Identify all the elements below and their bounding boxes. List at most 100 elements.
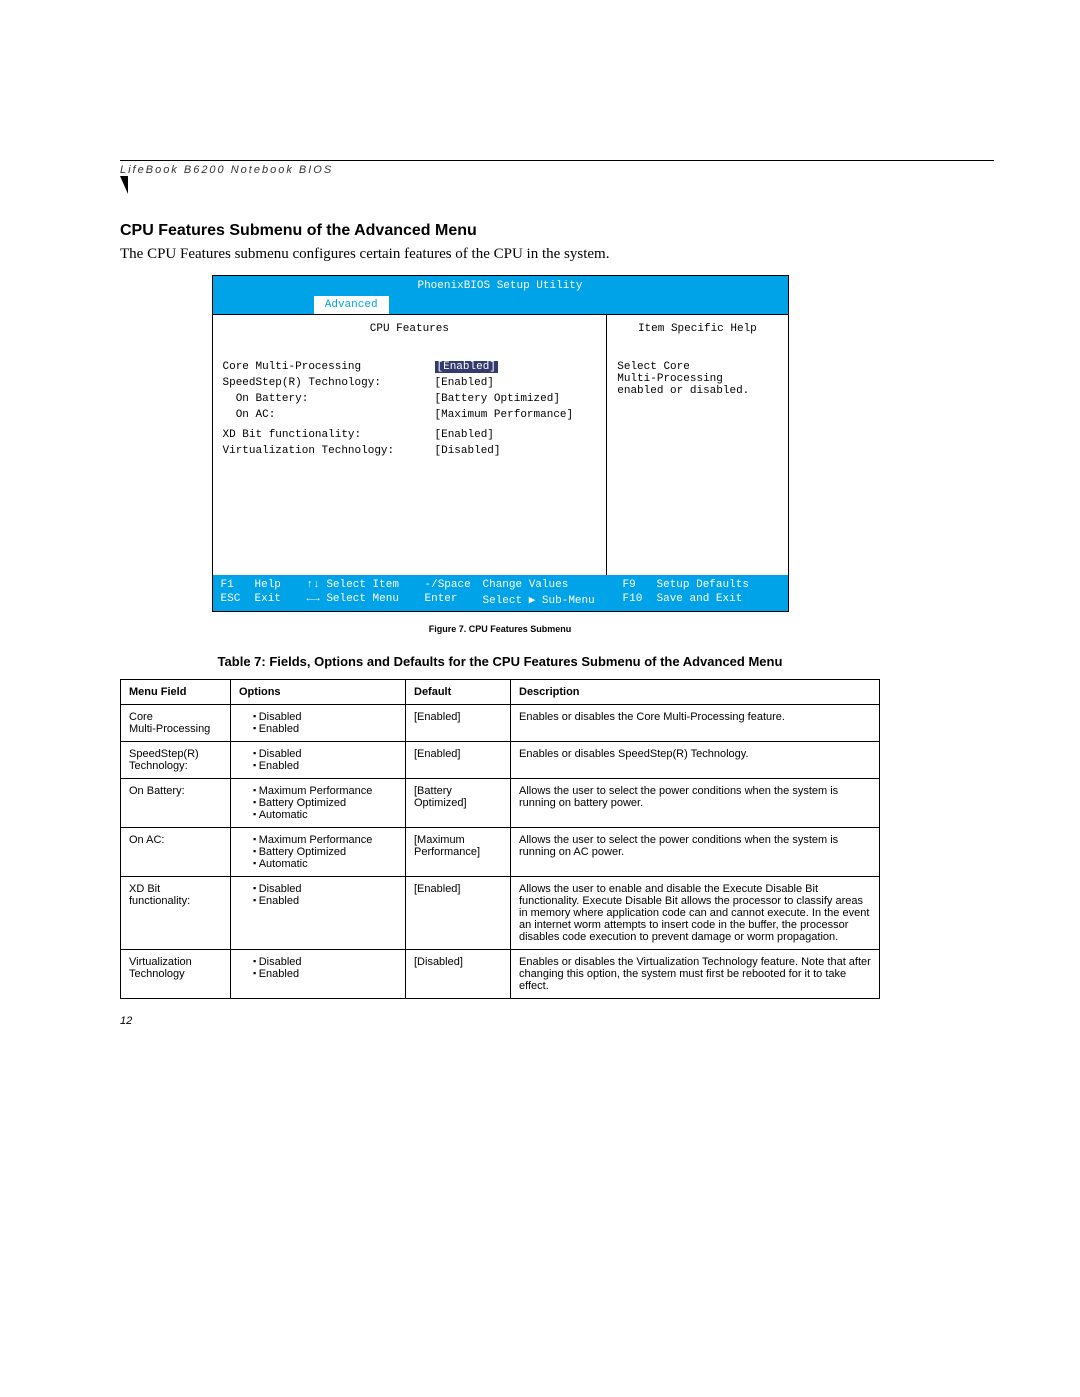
bios-option-value[interactable]: [Enabled]	[435, 361, 498, 373]
section-intro: The CPU Features submenu configures cert…	[120, 246, 880, 263]
cell-options: Maximum PerformanceBattery OptimizedAuto…	[231, 828, 406, 877]
bios-option-value[interactable]: [Enabled]	[435, 429, 597, 441]
cell-description: Enables or disables SpeedStep(R) Technol…	[511, 742, 880, 779]
bios-option-value[interactable]: [Disabled]	[435, 445, 597, 457]
bios-option-label: Virtualization Technology:	[223, 445, 423, 457]
cell-description: Enables or disables the Virtualization T…	[511, 950, 880, 999]
th-options: Options	[231, 680, 406, 705]
bios-key-enter: Enter	[425, 593, 483, 607]
bios-tab-blank5	[686, 296, 779, 314]
bios-lbl-saveexit: Save and Exit	[657, 593, 780, 607]
bios-option-label: XD Bit functionality:	[223, 429, 423, 441]
bios-option-row[interactable]: XD Bit functionality: [Enabled]	[223, 429, 597, 441]
option-item: Disabled	[253, 748, 397, 760]
option-item: Disabled	[253, 711, 397, 723]
bios-option-label: SpeedStep(R) Technology:	[223, 377, 423, 389]
option-item: Enabled	[253, 895, 397, 907]
bios-left-pane: CPU Features Core Multi-Processing [Enabl…	[213, 315, 608, 575]
bios-lbl-change: Change Values	[483, 579, 623, 591]
th-default: Default	[406, 680, 511, 705]
bios-key-space: -/Space	[425, 579, 483, 591]
option-item: Enabled	[253, 760, 397, 772]
cell-menu-field: SpeedStep(R) Technology:	[121, 742, 231, 779]
header-marker-icon	[120, 176, 128, 194]
cell-menu-field: XD Bit functionality:	[121, 877, 231, 950]
option-item: Automatic	[253, 809, 397, 821]
option-item: Disabled	[253, 883, 397, 895]
figure-caption: Figure 7. CPU Features Submenu	[120, 618, 880, 648]
th-menu-field: Menu Field	[121, 680, 231, 705]
cell-default: [Enabled]	[406, 742, 511, 779]
cell-description: Allows the user to enable and disable th…	[511, 877, 880, 950]
bios-tab-blank4	[593, 296, 686, 314]
bios-key-f1: F1	[221, 579, 255, 591]
table-row: XD Bit functionality:DisabledEnabled[Ena…	[121, 877, 880, 950]
option-item: Enabled	[253, 968, 397, 980]
bios-option-row[interactable]: Core Multi-Processing [Enabled]	[223, 361, 597, 373]
bios-tab-blank3	[500, 296, 593, 314]
bios-key-esc: ESC	[221, 593, 255, 607]
table-row: On Battery:Maximum PerformanceBattery Op…	[121, 779, 880, 828]
bios-help-text: Select Core Multi-Processing enabled or …	[617, 361, 777, 397]
table-row: Core Multi-ProcessingDisabledEnabled[Ena…	[121, 705, 880, 742]
bios-lbl-selmenu: ←→ Select Menu	[307, 593, 425, 607]
section-title: CPU Features Submenu of the Advanced Men…	[120, 222, 880, 240]
option-item: Maximum Performance	[253, 785, 397, 797]
cell-default: [Enabled]	[406, 705, 511, 742]
cell-menu-field: On AC:	[121, 828, 231, 877]
bios-help-pane: Item Specific Help Select Core Multi-Pro…	[607, 315, 787, 575]
options-table: Menu Field Options Default Description C…	[120, 679, 880, 999]
bios-lbl-exit: Exit	[255, 593, 307, 607]
option-item: Enabled	[253, 723, 397, 735]
bios-option-value[interactable]: [Enabled]	[435, 377, 597, 389]
cell-options: DisabledEnabled	[231, 950, 406, 999]
bios-tab-blank1	[221, 296, 314, 314]
table-row: SpeedStep(R) Technology:DisabledEnabled[…	[121, 742, 880, 779]
bios-key-f10: F10	[623, 593, 657, 607]
bios-option-label: Core Multi-Processing	[223, 361, 423, 373]
table-row: On AC:Maximum PerformanceBattery Optimiz…	[121, 828, 880, 877]
bios-option-row[interactable]: On Battery:[Battery Optimized]	[223, 393, 597, 405]
cell-options: DisabledEnabled	[231, 877, 406, 950]
bios-option-row[interactable]: On AC: [Maximum Performance]	[223, 409, 597, 421]
cell-description: Allows the user to select the power cond…	[511, 828, 880, 877]
bios-tab-blank2	[407, 296, 500, 314]
bios-tab-advanced[interactable]: Advanced	[314, 296, 389, 314]
cell-description: Enables or disables the Core Multi-Proce…	[511, 705, 880, 742]
running-header: LifeBook B6200 Notebook BIOS	[120, 160, 994, 176]
table-title: Table 7: Fields, Options and Defaults fo…	[120, 654, 880, 669]
cell-default: [Disabled]	[406, 950, 511, 999]
bios-lbl-selsub: Select ▶ Sub-Menu	[483, 593, 623, 607]
cell-menu-field: Core Multi-Processing	[121, 705, 231, 742]
th-description: Description	[511, 680, 880, 705]
option-item: Battery Optimized	[253, 846, 397, 858]
option-item: Maximum Performance	[253, 834, 397, 846]
bios-option-label: On AC:	[223, 409, 423, 421]
bios-title: PhoenixBIOS Setup Utility	[213, 276, 788, 296]
cell-options: Maximum PerformanceBattery OptimizedAuto…	[231, 779, 406, 828]
bios-lbl-help: Help	[255, 579, 307, 591]
bios-screen: PhoenixBIOS Setup Utility Advanced CPU F…	[212, 275, 789, 612]
cell-default: [Maximum Performance]	[406, 828, 511, 877]
bios-key-f9: F9	[623, 579, 657, 591]
cell-default: [Enabled]	[406, 877, 511, 950]
cell-menu-field: On Battery:	[121, 779, 231, 828]
bios-option-value[interactable]: [Battery Optimized]	[435, 393, 597, 405]
option-item: Automatic	[253, 858, 397, 870]
bios-option-row[interactable]: Virtualization Technology: [Disabled]	[223, 445, 597, 457]
bios-lbl-selitem: ↑↓ Select Item	[307, 579, 425, 591]
option-item: Battery Optimized	[253, 797, 397, 809]
bios-option-row[interactable]: SpeedStep(R) Technology: [Enabled]	[223, 377, 597, 389]
bios-left-title: CPU Features	[223, 323, 597, 335]
cell-description: Allows the user to select the power cond…	[511, 779, 880, 828]
bios-tab-bar: Advanced	[213, 296, 788, 314]
cell-default: [Battery Optimized]	[406, 779, 511, 828]
option-item: Disabled	[253, 956, 397, 968]
bios-help-title: Item Specific Help	[617, 323, 777, 335]
cell-menu-field: Virtualization Technology	[121, 950, 231, 999]
bios-option-value[interactable]: [Maximum Performance]	[435, 409, 597, 421]
cell-options: DisabledEnabled	[231, 705, 406, 742]
bios-footer: F1 Help ↑↓ Select Item -/Space Change Va…	[213, 575, 788, 611]
cell-options: DisabledEnabled	[231, 742, 406, 779]
page-number: 12	[120, 1015, 880, 1027]
